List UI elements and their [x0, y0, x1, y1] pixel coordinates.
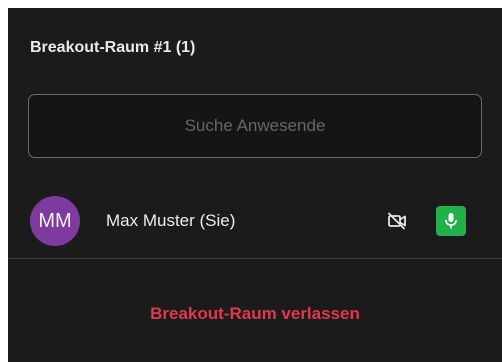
breakout-room-panel: Breakout-Raum #1 (1) MM Max Muster (Sie)…	[8, 8, 502, 362]
leave-room-button[interactable]: Breakout-Raum verlassen	[8, 303, 502, 325]
avatar: MM	[30, 196, 80, 246]
participant-row: MM Max Muster (Sie)	[8, 196, 502, 248]
participant-search-input[interactable]	[28, 94, 482, 158]
camera-off-icon	[387, 212, 407, 230]
microphone-icon	[436, 206, 466, 236]
divider	[8, 258, 502, 259]
room-title: Breakout-Raum #1 (1)	[30, 39, 196, 56]
participant-name: Max Muster (Sie)	[106, 211, 236, 230]
